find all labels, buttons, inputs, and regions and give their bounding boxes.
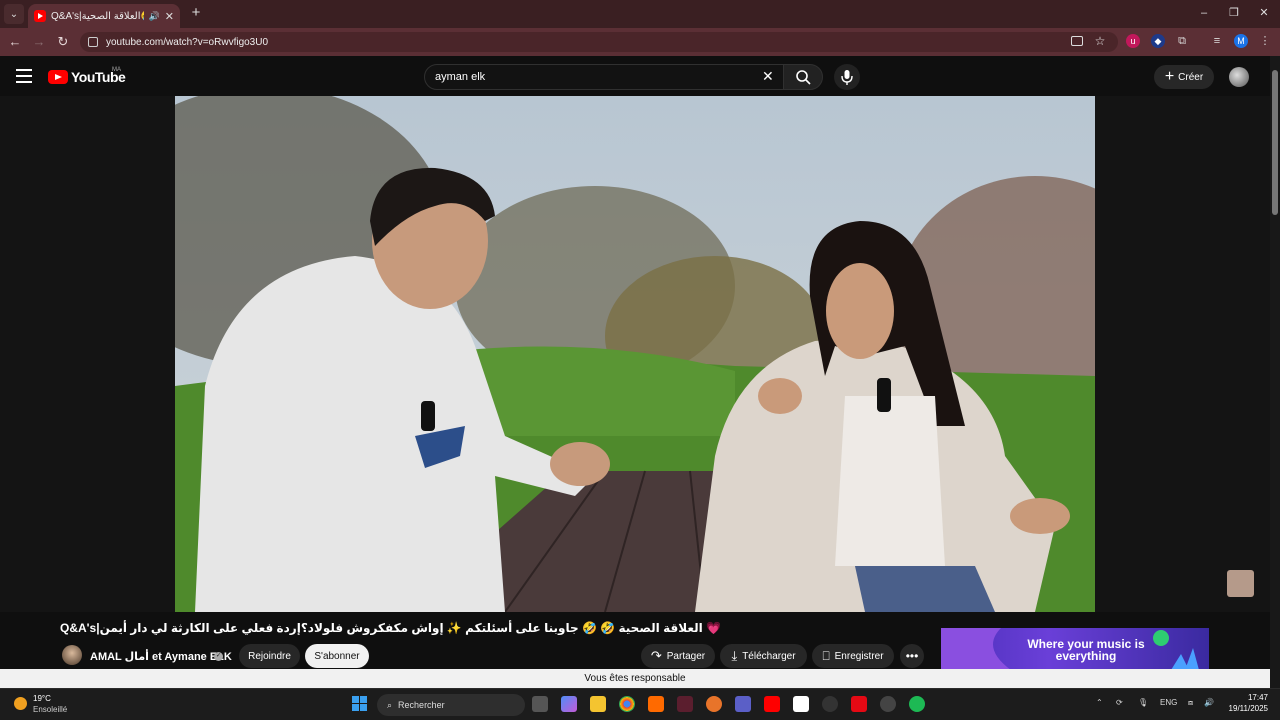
bookmark-icon: ⎕ — [822, 648, 830, 663]
clock-time: 17:47 — [1247, 693, 1268, 702]
site-info-icon[interactable] — [88, 37, 98, 47]
taskbar-search-label: Rechercher — [398, 700, 445, 710]
forward-arrow-icon[interactable]: → — [30, 33, 48, 51]
search-icon — [796, 70, 811, 85]
install-app-icon[interactable] — [1071, 36, 1083, 46]
bookmark-star-icon[interactable]: ☆ — [1093, 34, 1107, 48]
language-indicator[interactable]: ENG — [1160, 698, 1177, 707]
download-label: Télécharger — [742, 650, 796, 662]
ad-text: Where your music is everything — [1027, 637, 1145, 663]
tray-sync-icon[interactable]: ⟳ — [1116, 698, 1123, 707]
scrollbar-thumb[interactable] — [1272, 70, 1278, 215]
voice-search-button[interactable] — [834, 64, 860, 90]
copilot-icon[interactable] — [561, 696, 577, 712]
app-grey-icon[interactable] — [822, 696, 838, 712]
reload-icon[interactable]: ↻ — [54, 33, 72, 51]
app-dark-red-icon[interactable] — [677, 696, 693, 712]
netflix-icon[interactable] — [851, 696, 867, 712]
fn-app-icon[interactable] — [793, 696, 809, 712]
url-text: youtube.com/watch?v=oRwvfigo3U0 — [106, 36, 269, 48]
extension-2-icon[interactable]: ◆ — [1151, 34, 1165, 48]
search-box[interactable] — [424, 64, 784, 90]
share-button[interactable]: ↷ Partager — [641, 644, 715, 668]
create-label: Créer — [1178, 71, 1204, 83]
back-arrow-icon[interactable]: ← — [6, 33, 24, 51]
menu-hamburger-icon[interactable] — [16, 69, 32, 83]
brave-icon[interactable] — [706, 696, 722, 712]
video-player[interactable] — [175, 96, 1095, 612]
youtube-app-icon[interactable] — [764, 696, 780, 712]
reading-list-icon[interactable]: ≡ — [1210, 34, 1224, 48]
tray-chevron-icon[interactable]: ⌃ — [1096, 698, 1103, 707]
tab-close-icon[interactable]: ✕ — [165, 10, 174, 23]
plus-icon: + — [1164, 68, 1175, 85]
verified-check-icon: ✓ — [214, 652, 223, 661]
extensions-puzzle-icon[interactable]: ⧉ — [1175, 34, 1189, 48]
account-avatar[interactable] — [1229, 67, 1249, 87]
sun-weather-icon[interactable] — [14, 697, 27, 710]
chrome-icon[interactable] — [619, 696, 635, 712]
tab-title: Q&A's|العلاقة الصحية🤣🤣 — [51, 10, 144, 22]
channel-avatar[interactable] — [62, 645, 82, 665]
clock[interactable]: 17:47 19/11/2025 — [1226, 692, 1268, 714]
close-window-button[interactable]: ✕ — [1250, 4, 1278, 22]
notice-banner: Vous êtes responsable — [0, 669, 1270, 688]
browser-tab-active[interactable]: Q&A's|العلاقة الصحية🤣🤣 🔊 ✕ — [28, 4, 180, 28]
youtube-favicon-icon — [34, 10, 46, 22]
clear-search-icon[interactable]: ✕ — [762, 68, 774, 85]
windows-taskbar — [0, 688, 1280, 720]
video-title: Q&A's|العلاقة الصحية 🤣 🤣 جاوبنا على أسئل… — [60, 621, 722, 635]
new-tab-button[interactable]: + — [188, 5, 204, 21]
save-label: Enregistrer — [834, 650, 884, 662]
app-orange-icon[interactable] — [648, 696, 664, 712]
clock-date: 19/11/2025 — [1228, 704, 1268, 713]
tray-mic-icon[interactable]: 🎙 — [1138, 698, 1148, 707]
share-label: Partager — [666, 650, 706, 662]
weather-description[interactable]: Ensoleillé — [33, 705, 67, 714]
teams-icon[interactable] — [735, 696, 751, 712]
ad-banner[interactable]: Where your music is everything — [941, 628, 1209, 670]
windows-start-icon[interactable] — [352, 696, 368, 712]
task-view-icon[interactable] — [532, 696, 548, 712]
address-bar[interactable]: youtube.com/watch?v=oRwvfigo3U0 — [80, 32, 1118, 52]
share-arrow-icon: ↷ — [650, 648, 662, 663]
network-icon[interactable]: ⧈ — [1188, 698, 1193, 708]
youtube-play-icon — [48, 70, 68, 84]
taskbar-search-icon: ⌕ — [387, 699, 393, 710]
file-explorer-icon[interactable] — [590, 696, 606, 712]
tab-search-button[interactable]: ⌄ — [4, 4, 24, 24]
subscribe-button[interactable]: S'abonner — [305, 644, 369, 668]
save-button[interactable]: ⎕ Enregistrer — [812, 644, 894, 668]
channel-watermark[interactable] — [1227, 570, 1254, 597]
volume-icon[interactable]: 🔊 — [1204, 698, 1214, 707]
restore-button[interactable]: ❐ — [1220, 4, 1248, 22]
channel-name[interactable]: AMAL أمال et Aymane ELK — [90, 650, 232, 663]
more-actions-button[interactable]: ••• — [900, 644, 924, 668]
search-input[interactable] — [435, 71, 755, 83]
microphone-icon — [841, 70, 853, 85]
join-button[interactable]: Rejoindre — [239, 644, 300, 668]
download-button[interactable]: ⤓ Télécharger — [720, 644, 807, 668]
spotify-icon[interactable] — [909, 696, 925, 712]
weather-temperature[interactable]: 19°C — [33, 694, 51, 703]
settings-app-icon[interactable] — [880, 696, 896, 712]
audio-playing-icon[interactable]: 🔊 — [149, 11, 160, 22]
search-button[interactable] — [783, 64, 823, 90]
country-code: MA — [112, 67, 121, 73]
video-frame — [175, 96, 1095, 612]
taskbar-search[interactable]: ⌕ Rechercher — [377, 694, 525, 716]
browser-menu-icon[interactable]: ⋮ — [1258, 34, 1272, 48]
profile-avatar-icon[interactable]: M — [1234, 34, 1248, 48]
extension-1-icon[interactable]: u — [1126, 34, 1140, 48]
download-icon: ⤓ — [731, 648, 738, 663]
create-button[interactable]: + Créer — [1154, 65, 1214, 89]
minimize-button[interactable]: – — [1190, 4, 1218, 22]
